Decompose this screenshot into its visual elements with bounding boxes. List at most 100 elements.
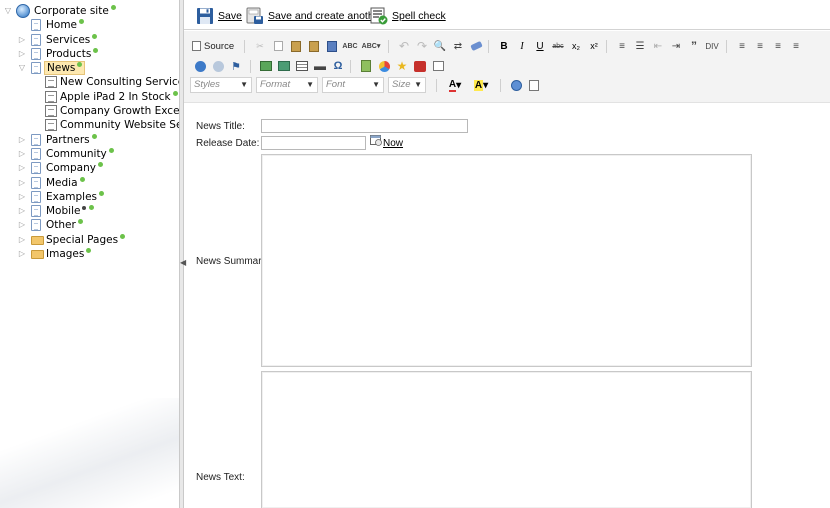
collapse-arrow-icon[interactable]: ▽ — [4, 4, 12, 18]
replace-icon[interactable]: ⇄ — [450, 38, 466, 54]
expand-arrow-icon[interactable]: ▷ — [18, 176, 26, 190]
tree-item-community-website-section[interactable]: Community Website Section — [0, 118, 179, 132]
tree-item-special-pages[interactable]: ▷ Special Pages — [0, 233, 179, 247]
tree-item-images[interactable]: ▷ Images — [0, 247, 179, 261]
tree-item-label[interactable]: Apple iPad 2 In Stock — [58, 90, 179, 104]
expand-arrow-icon[interactable]: ▷ — [18, 204, 26, 218]
bold-icon[interactable]: B — [496, 38, 512, 54]
cut-icon[interactable]: ✂ — [252, 38, 268, 54]
spell-check-button[interactable]: Spell check — [370, 6, 446, 26]
image-icon[interactable] — [258, 58, 274, 74]
maximize-icon[interactable] — [508, 77, 524, 93]
bulleted-list-icon[interactable]: ☰ — [632, 38, 648, 54]
expand-arrow-icon[interactable]: ▷ — [18, 161, 26, 175]
tree-item-label[interactable]: Services — [44, 33, 99, 47]
paste-icon[interactable] — [288, 38, 304, 54]
tree-item-mobile[interactable]: ▷ Mobile — [0, 204, 179, 218]
save-and-create-another-button[interactable]: Save and create another — [246, 6, 383, 26]
align-center-icon[interactable]: ≡ — [752, 38, 768, 54]
tree-item-label[interactable]: Examples — [44, 190, 106, 204]
format-dropdown[interactable]: Format ▼ — [256, 77, 318, 93]
calendar-icon[interactable] — [370, 134, 382, 146]
tree-item-label[interactable]: Community — [44, 147, 116, 161]
superscript-icon[interactable]: x² — [586, 38, 602, 54]
expand-arrow-icon[interactable]: ▷ — [18, 218, 26, 232]
table-icon[interactable] — [294, 58, 310, 74]
horizontal-rule-icon[interactable]: ▬ — [312, 58, 328, 74]
expand-arrow-icon[interactable]: ▷ — [18, 247, 26, 261]
tree-item-partners[interactable]: ▷ Partners — [0, 133, 179, 147]
expand-arrow-icon[interactable]: ▷ — [18, 190, 26, 204]
blockquote-icon[interactable]: ” — [686, 38, 702, 54]
div-container-icon[interactable]: DIV — [704, 38, 720, 54]
news-summary-editor[interactable] — [261, 154, 752, 367]
undo-icon[interactable]: ↶ — [396, 38, 412, 54]
paste-word-icon[interactable] — [324, 38, 340, 54]
eraser-icon[interactable] — [468, 38, 484, 54]
underline-icon[interactable]: U — [532, 38, 548, 54]
expand-arrow-icon[interactable]: ▷ — [18, 133, 26, 147]
star-icon[interactable]: ★ — [394, 58, 410, 74]
outdent-icon[interactable]: ⇤ — [650, 38, 666, 54]
expand-arrow-icon[interactable]: ▷ — [18, 33, 26, 47]
unlink-icon[interactable] — [210, 58, 226, 74]
font-dropdown[interactable]: Font ▼ — [322, 77, 384, 93]
source-button[interactable]: Source — [192, 38, 238, 54]
tree-item-media[interactable]: ▷ Media — [0, 176, 179, 190]
tree-item-label[interactable]: Special Pages — [44, 233, 127, 247]
spell-as-you-type-icon[interactable]: ABC▾ — [360, 38, 382, 54]
special-char-icon[interactable]: Ω — [330, 58, 346, 74]
tree-item-home[interactable]: Home — [0, 18, 179, 32]
align-left-icon[interactable]: ≡ — [734, 38, 750, 54]
align-right-icon[interactable]: ≡ — [770, 38, 786, 54]
background-color-icon[interactable]: A ▾ — [470, 77, 492, 93]
tree-item-label[interactable]: Media — [44, 176, 87, 190]
spell-check-small-icon[interactable]: ABC — [342, 38, 358, 54]
subscript-icon[interactable]: x₂ — [568, 38, 584, 54]
anchor-flag-icon[interactable]: ⚑ — [228, 58, 244, 74]
tree-item-company-growth-exceeds-e[interactable]: Company Growth Exceeds E — [0, 104, 179, 118]
text-color-icon[interactable]: A ▾ — [444, 77, 466, 93]
tree-item-new-consulting-services[interactable]: New Consulting Services — [0, 75, 179, 89]
tree-item-examples[interactable]: ▷ Examples — [0, 190, 179, 204]
tree-item-company[interactable]: ▷ Company — [0, 161, 179, 175]
tree-root[interactable]: ▽ Corporate site — [0, 4, 179, 18]
indent-icon[interactable]: ⇥ — [668, 38, 684, 54]
expand-arrow-icon[interactable]: ▷ — [18, 233, 26, 247]
copy-icon[interactable] — [270, 38, 286, 54]
align-justify-icon[interactable]: ≡ — [788, 38, 804, 54]
tree-item-label[interactable]: Company Growth Exceeds E — [58, 104, 179, 118]
tree-item-label[interactable]: Partners — [44, 133, 99, 147]
expand-arrow-icon[interactable]: ▷ — [18, 47, 26, 61]
now-link[interactable]: Now — [383, 138, 403, 149]
paste-text-icon[interactable] — [306, 38, 322, 54]
styles-dropdown[interactable]: Styles ▼ — [190, 77, 252, 93]
tree-item-services[interactable]: ▷ Services — [0, 33, 179, 47]
collapse-arrow-icon[interactable]: ▽ — [18, 61, 26, 75]
tree-item-products[interactable]: ▷ Products — [0, 47, 179, 61]
tree-item-label[interactable]: News — [44, 61, 86, 76]
find-icon[interactable]: 🔍 — [432, 38, 448, 54]
tree-item-label[interactable]: Other — [44, 218, 85, 232]
tree-item-label[interactable]: Products — [44, 47, 100, 61]
tree-item-apple-ipad-2-in-stock[interactable]: Apple iPad 2 In Stock — [0, 90, 179, 104]
email-link-icon[interactable] — [430, 58, 446, 74]
news-title-input[interactable] — [261, 119, 468, 133]
tree-item-other[interactable]: ▷ Other — [0, 218, 179, 232]
expand-arrow-icon[interactable]: ▷ — [18, 147, 26, 161]
strikethrough-icon[interactable]: abc — [550, 38, 566, 54]
tree-item-label[interactable]: Images — [44, 247, 93, 261]
tree-item-label[interactable]: New Consulting Services — [58, 75, 179, 89]
media-icon[interactable] — [376, 58, 392, 74]
link-icon[interactable] — [192, 58, 208, 74]
quick-image-icon[interactable] — [276, 58, 292, 74]
show-blocks-icon[interactable] — [526, 77, 542, 93]
tree-item-community[interactable]: ▷ Community — [0, 147, 179, 161]
tree-item-news[interactable]: ▽ News — [0, 61, 179, 76]
redo-icon[interactable]: ↷ — [414, 38, 430, 54]
italic-icon[interactable]: I — [514, 38, 530, 54]
tree-item-label[interactable]: Mobile — [44, 204, 96, 218]
size-dropdown[interactable]: Size ▼ — [388, 77, 426, 93]
save-button[interactable]: Save — [196, 6, 242, 26]
tree-root-label[interactable]: Corporate site — [32, 4, 118, 18]
